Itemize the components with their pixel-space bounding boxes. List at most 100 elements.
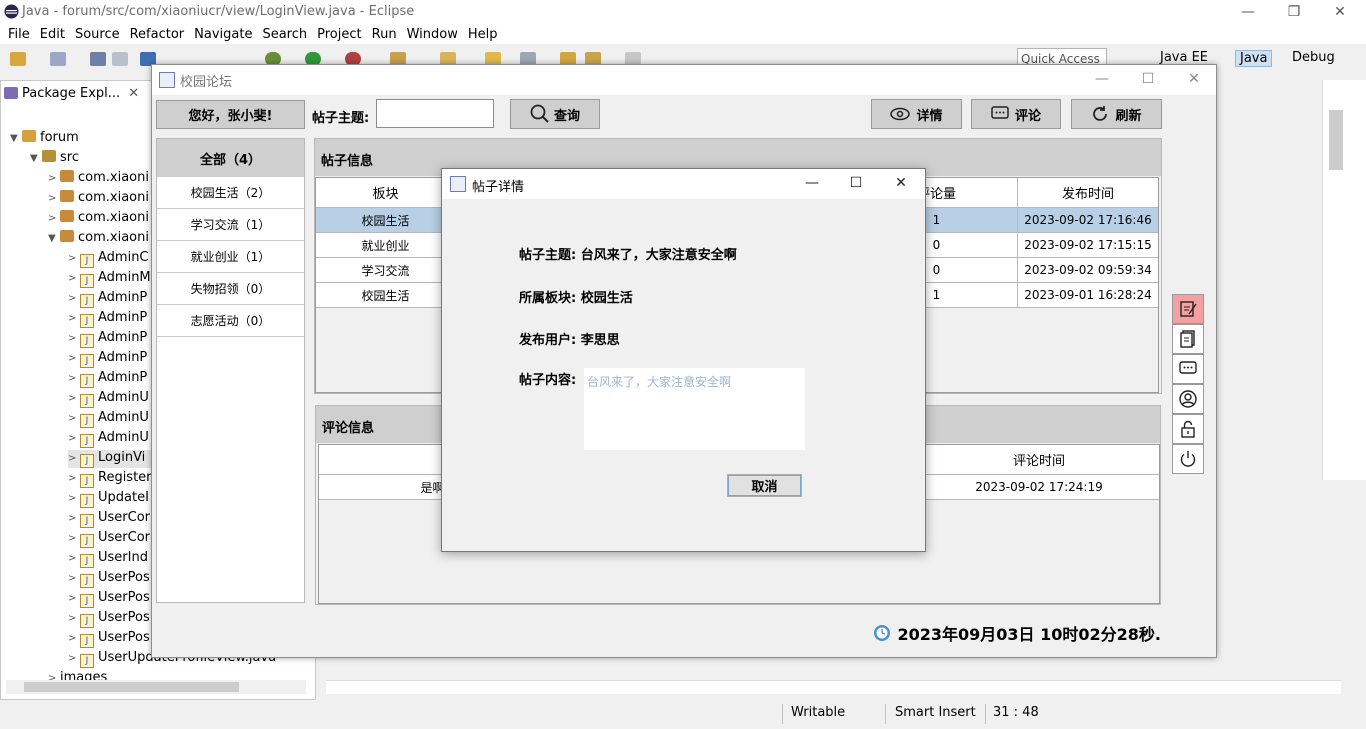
menu-edit[interactable]: Edit xyxy=(40,27,65,42)
tree-file[interactable]: > J AdminU xyxy=(68,390,149,408)
tree-file[interactable]: > J Register xyxy=(68,470,152,488)
tree-src[interactable]: ▼ src xyxy=(30,150,79,165)
minimize-icon[interactable]: — xyxy=(790,173,834,193)
menu-window[interactable]: Window xyxy=(407,27,458,42)
package-explorer-tab[interactable]: Package Expl... ✕ xyxy=(4,82,139,104)
tree-project[interactable]: ▼ forum xyxy=(10,130,79,145)
profile-button[interactable] xyxy=(1172,384,1204,414)
refresh-button[interactable]: 刷新 xyxy=(1071,99,1162,129)
editor-scrollbar-thumb[interactable] xyxy=(1329,110,1343,170)
column-header-comment-time[interactable]: 评论时间 xyxy=(919,445,1159,475)
user-greeting: 您好，张小斐! xyxy=(156,100,305,129)
tree-package[interactable]: > com.xiaoni xyxy=(48,170,149,185)
close-icon[interactable]: ✕ xyxy=(1318,2,1362,22)
menu-file[interactable]: File xyxy=(8,27,30,42)
eclipse-window-title: Java - forum/src/com/xiaoniucr/view/Logi… xyxy=(22,4,415,19)
new-folder-icon[interactable] xyxy=(50,52,66,66)
menu-navigate[interactable]: Navigate xyxy=(194,27,252,42)
menu-refactor[interactable]: Refactor xyxy=(130,27,185,42)
tree-file[interactable]: > J AdminU xyxy=(68,430,149,448)
change-password-button[interactable] xyxy=(1172,414,1204,444)
lock-icon xyxy=(1181,420,1195,438)
explorer-horizontal-scrollbar[interactable] xyxy=(6,680,306,694)
column-header-section[interactable]: 板块 xyxy=(316,178,456,208)
tree-file[interactable]: > J AdminM xyxy=(68,270,151,288)
category-list: 全部（4） 校园生活（2） 学习交流（1） 就业创业（1） 失物招领（0） 志愿… xyxy=(156,138,305,603)
perspective-java[interactable]: Java xyxy=(1235,50,1273,67)
logout-button[interactable] xyxy=(1172,444,1204,474)
tree-folder-images[interactable]: > images xyxy=(48,670,107,680)
tree-file[interactable]: > J AdminP xyxy=(68,350,147,368)
comment-button[interactable]: 评论 xyxy=(971,99,1061,129)
new-icon[interactable] xyxy=(10,52,26,66)
cancel-button[interactable]: 取消 xyxy=(727,474,802,497)
java-app-icon xyxy=(450,176,466,192)
close-icon[interactable]: ✕ xyxy=(1172,69,1216,89)
perspective-debug[interactable]: Debug xyxy=(1292,50,1335,65)
save-icon[interactable] xyxy=(90,52,106,66)
eclipse-title-bar: Java - forum/src/com/xiaoniucr/view/Logi… xyxy=(0,0,1366,24)
tree-file[interactable]: > J AdminP xyxy=(68,290,147,308)
my-comments-button[interactable] xyxy=(1172,354,1204,384)
category-item[interactable]: 失物招领（0） xyxy=(157,273,304,305)
dialog-title-bar: 帖子详情 — ☐ ✕ xyxy=(442,169,925,199)
search-input[interactable] xyxy=(376,99,494,128)
status-insert-mode: Smart Insert xyxy=(895,705,976,720)
post-edit-button[interactable] xyxy=(1172,294,1204,324)
tree-file[interactable]: > J UserPos xyxy=(68,610,150,628)
tree-file[interactable]: > J UserCor xyxy=(68,530,150,548)
menu-project[interactable]: Project xyxy=(317,27,361,42)
category-item[interactable]: 志愿活动（0） xyxy=(157,305,304,337)
tree-file[interactable]: > J UserPos xyxy=(68,570,150,588)
menu-search[interactable]: Search xyxy=(262,27,307,42)
category-item[interactable]: 学习交流（1） xyxy=(157,209,304,241)
close-icon[interactable]: ✕ xyxy=(879,173,923,193)
menu-run[interactable]: Run xyxy=(372,27,397,42)
my-posts-button[interactable] xyxy=(1172,324,1204,354)
eye-icon xyxy=(890,107,911,121)
tree-file[interactable]: > J AdminP xyxy=(68,330,147,348)
detail-subject: 帖子主题: 台风来了，大家注意安全啊 xyxy=(519,248,737,263)
close-tab-icon[interactable]: ✕ xyxy=(128,86,139,101)
minimize-icon[interactable]: — xyxy=(1080,69,1124,89)
tree-file[interactable]: > J AdminU xyxy=(68,410,149,428)
detail-content-textarea[interactable]: 台风来了，大家注意安全啊 xyxy=(584,368,805,450)
dialog-title: 帖子详情 xyxy=(472,180,525,195)
tree-file[interactable]: > J UserPos xyxy=(68,630,150,648)
minimize-icon[interactable]: — xyxy=(1226,2,1270,22)
tree-file[interactable]: > J AdminC xyxy=(68,250,149,268)
category-all[interactable]: 全部（4） xyxy=(157,139,304,177)
category-item[interactable]: 校园生活（2） xyxy=(157,177,304,209)
detail-user: 发布用户: 李思思 xyxy=(519,333,620,348)
category-item[interactable]: 就业创业（1） xyxy=(157,241,304,273)
menu-source[interactable]: Source xyxy=(75,27,120,42)
maximize-icon[interactable]: ☐ xyxy=(834,173,878,193)
save-all-icon[interactable] xyxy=(112,52,128,66)
tree-file[interactable]: > J AdminP xyxy=(68,370,147,388)
tree-file[interactable]: > J UserPos xyxy=(68,590,150,608)
maximize-icon[interactable]: ☐ xyxy=(1126,69,1170,89)
tree-file[interactable]: > J UpdateI xyxy=(68,490,149,508)
tree-file-selected[interactable]: > J LoginVi xyxy=(68,450,152,468)
search-label: 帖子主题: xyxy=(312,111,370,126)
menu-help[interactable]: Help xyxy=(468,27,498,42)
document-icon xyxy=(1180,330,1195,348)
search-button[interactable]: 查询 xyxy=(510,99,600,129)
tree-package[interactable]: ▼ com.xiaoni xyxy=(48,230,149,245)
detail-section: 所属板块: 校园生活 xyxy=(519,291,633,306)
tree-package[interactable]: > com.xiaoni xyxy=(48,190,149,205)
scrollbar-thumb[interactable] xyxy=(24,682,239,692)
detail-button[interactable]: 详情 xyxy=(871,99,962,129)
power-icon xyxy=(1180,451,1196,467)
chat-icon xyxy=(1179,361,1197,374)
editor-right-gutter xyxy=(1322,80,1366,480)
restore-icon[interactable]: ❐ xyxy=(1272,2,1316,22)
tree-file[interactable]: > J UserCor xyxy=(68,510,150,528)
perspective-java-ee[interactable]: Java EE xyxy=(1160,50,1208,65)
tree-file[interactable]: > J AdminP xyxy=(68,310,147,328)
tree-file[interactable]: > J UserInd xyxy=(68,550,148,568)
column-header-time[interactable]: 发布时间 xyxy=(1018,178,1158,208)
editor-horizontal-scrollbar[interactable] xyxy=(326,680,1341,694)
user-icon xyxy=(1179,390,1197,408)
tree-package[interactable]: > com.xiaoni xyxy=(48,210,149,225)
